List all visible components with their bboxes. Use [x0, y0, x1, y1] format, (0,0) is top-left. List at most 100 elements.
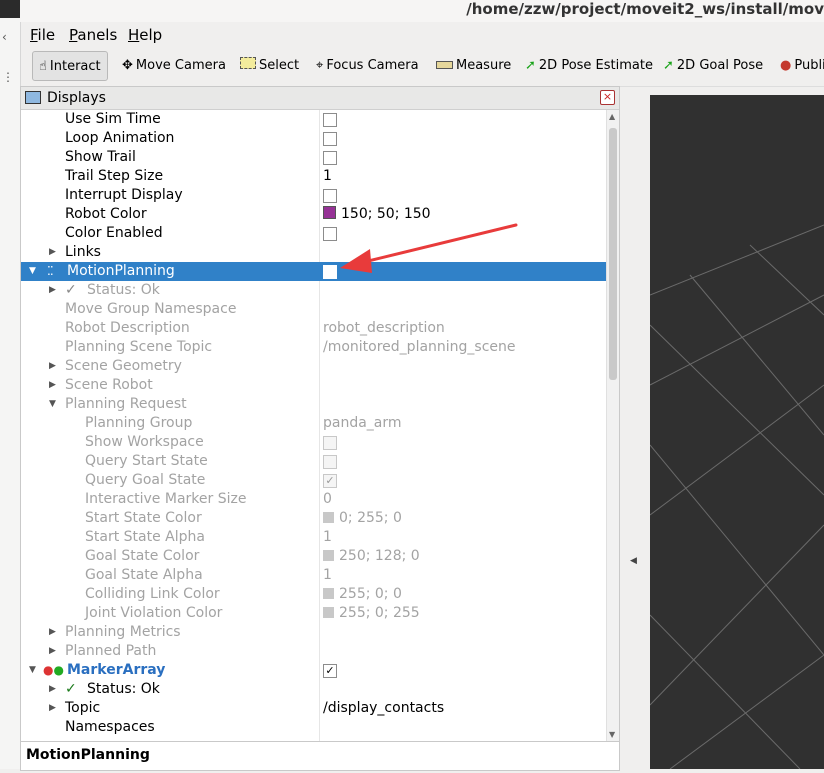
tree-row-query-start-state[interactable]: Query Start State [21, 452, 606, 471]
show-trail-checkbox[interactable] [323, 151, 337, 165]
markerarray-enabled-checkbox[interactable]: ✓ [323, 664, 337, 678]
scroll-down-icon[interactable]: ▼ [609, 730, 615, 739]
vertical-scrollbar[interactable]: ▲ ▼ [606, 110, 619, 741]
row-label: Use Sim Time [65, 111, 161, 127]
query-goal-state-checkbox[interactable]: ✓ [323, 474, 337, 488]
tree-row-use-sim-time[interactable]: Use Sim Time [21, 110, 606, 129]
displays-panel: Displays × Use Sim Time Loop Animation S… [20, 86, 620, 742]
row-label: Start State Alpha [85, 529, 205, 545]
interact-tool-button[interactable]: ☝ Interact [32, 51, 108, 81]
measure-tool-button[interactable]: Measure [436, 51, 511, 79]
menu-dots-icon[interactable]: ⋮ [2, 70, 14, 84]
chevron-left-icon[interactable]: ‹ [2, 30, 7, 44]
tree-row-trail-step-size[interactable]: Trail Step Size 1 [21, 167, 606, 186]
tree-row-start-state-alpha[interactable]: Start State Alpha 1 [21, 528, 606, 547]
row-label: Topic [65, 700, 101, 716]
tree-row-interrupt-display[interactable]: Interrupt Display [21, 186, 606, 205]
expand-arrow-icon[interactable]: ▶ [49, 376, 59, 395]
goal-pose-tool-button[interactable]: ➚ 2D Goal Pose [663, 51, 763, 79]
tree-row-interactive-marker-size[interactable]: Interactive Marker Size 0 [21, 490, 606, 509]
tree-row-show-trail[interactable]: Show Trail [21, 148, 606, 167]
row-label: Planning Scene Topic [65, 339, 213, 355]
row-value[interactable]: 250; 128; 0 [323, 547, 420, 566]
expand-arrow-icon[interactable]: ▶ [49, 642, 59, 661]
collapse-arrow-icon[interactable]: ▼ [29, 262, 39, 281]
tree-row-planned-path[interactable]: ▶ Planned Path [21, 642, 606, 661]
expand-arrow-icon[interactable]: ▶ [49, 357, 59, 376]
markerarray-icon: ●● [43, 663, 64, 677]
tree-row-planning-request[interactable]: ▼ Planning Request [21, 395, 606, 414]
scroll-up-icon[interactable]: ▲ [609, 112, 615, 121]
tree-row-loop-animation[interactable]: Loop Animation [21, 129, 606, 148]
tree-row-namespaces[interactable]: Namespaces [21, 718, 606, 737]
ruler-icon [436, 58, 453, 73]
tree-row-start-state-color[interactable]: Start State Color 0; 255; 0 [21, 509, 606, 528]
close-icon[interactable]: × [600, 90, 615, 105]
menu-panels[interactable]: Panels [69, 26, 117, 44]
tree-row-robot-description[interactable]: Robot Description robot_description [21, 319, 606, 338]
annotation-arrow [340, 223, 518, 273]
color-swatch [323, 588, 334, 599]
tree-row-scene-geometry[interactable]: ▶ Scene Geometry [21, 357, 606, 376]
expand-arrow-icon[interactable]: ▶ [49, 623, 59, 642]
tree-row-status[interactable]: ▶ ✓ Status: Ok [21, 281, 606, 300]
tree-row-status[interactable]: ▶ ✓ Status: Ok [21, 680, 606, 699]
tree-row-planning-scene-topic[interactable]: Planning Scene Topic /monitored_planning… [21, 338, 606, 357]
tree-row-joint-violation-color[interactable]: Joint Violation Color 255; 0; 255 [21, 604, 606, 623]
collapse-arrow-icon[interactable]: ▼ [29, 661, 39, 680]
expand-arrow-icon[interactable]: ▶ [49, 680, 59, 699]
row-value[interactable]: robot_description [323, 319, 445, 338]
row-label: Goal State Color [85, 548, 200, 564]
tree-row-scene-robot[interactable]: ▶ Scene Robot [21, 376, 606, 395]
row-value[interactable]: 1 [323, 528, 332, 547]
displays-tree[interactable]: Use Sim Time Loop Animation Show Trail T… [21, 110, 606, 741]
publish-point-tool-button[interactable]: ● Publi [780, 51, 824, 79]
collapse-left-icon[interactable]: ◀ [630, 556, 637, 566]
tree-row-move-group-namespace[interactable]: Move Group Namespace [21, 300, 606, 319]
select-tool-button[interactable]: Select [240, 51, 299, 79]
tree-row-colliding-link-color[interactable]: Colliding Link Color 255; 0; 0 [21, 585, 606, 604]
menu-help[interactable]: Help [128, 26, 162, 44]
row-value[interactable]: 1 [323, 167, 332, 186]
tree-row-query-goal-state[interactable]: Query Goal State ✓ [21, 471, 606, 490]
row-label: Namespaces [65, 719, 155, 735]
use-sim-time-checkbox[interactable] [323, 113, 337, 127]
row-value[interactable]: 1 [323, 566, 332, 585]
row-value[interactable]: /display_contacts [323, 699, 444, 718]
row-label: Scene Robot [65, 377, 153, 393]
select-box-icon [240, 57, 256, 73]
row-label: Goal State Alpha [85, 567, 203, 583]
tree-row-show-workspace[interactable]: Show Workspace [21, 433, 606, 452]
show-workspace-checkbox[interactable] [323, 436, 337, 450]
tree-row-goal-state-alpha[interactable]: Goal State Alpha 1 [21, 566, 606, 585]
menu-file[interactable]: File [30, 26, 55, 44]
tree-row-goal-state-color[interactable]: Goal State Color 250; 128; 0 [21, 547, 606, 566]
query-start-state-checkbox[interactable] [323, 455, 337, 469]
expand-arrow-icon[interactable]: ▶ [49, 281, 59, 300]
collapse-arrow-icon[interactable]: ▼ [49, 395, 59, 414]
3d-viewport[interactable] [649, 95, 824, 770]
grid-lines [649, 224, 824, 770]
row-value[interactable]: 255; 0; 0 [323, 585, 402, 604]
tree-row-topic[interactable]: ▶ Topic /display_contacts [21, 699, 606, 718]
interrupt-display-checkbox[interactable] [323, 189, 337, 203]
row-value[interactable]: panda_arm [323, 414, 402, 433]
row-value[interactable]: 255; 0; 255 [323, 604, 420, 623]
monitor-icon [25, 91, 41, 104]
tree-row-markerarray[interactable]: ▼ ●● MarkerArray ✓ [21, 661, 606, 680]
tree-row-planning-group[interactable]: Planning Group panda_arm [21, 414, 606, 433]
move-camera-tool-button[interactable]: ✥ Move Camera [122, 51, 226, 79]
scrollbar-thumb[interactable] [609, 128, 617, 380]
expand-arrow-icon[interactable]: ▶ [49, 243, 59, 262]
row-label: Planning Request [65, 396, 187, 412]
expand-arrow-icon[interactable]: ▶ [49, 699, 59, 718]
row-value[interactable]: 0; 255; 0 [323, 509, 402, 528]
row-value[interactable]: 0 [323, 490, 332, 509]
panel-splitter[interactable]: ◀ [624, 86, 646, 769]
loop-animation-checkbox[interactable] [323, 132, 337, 146]
focus-camera-tool-button[interactable]: ⌖ Focus Camera [316, 51, 419, 79]
check-mark-icon: ✓ [65, 681, 77, 697]
tree-row-planning-metrics[interactable]: ▶ Planning Metrics [21, 623, 606, 642]
row-value[interactable]: /monitored_planning_scene [323, 338, 516, 357]
pose-estimate-tool-button[interactable]: ➚ 2D Pose Estimate [525, 51, 653, 79]
